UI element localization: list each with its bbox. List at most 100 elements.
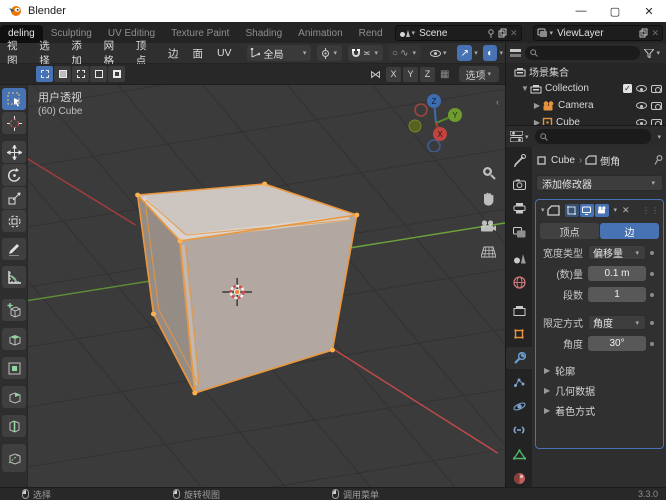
tool-select-box[interactable] (2, 88, 26, 110)
angle-field[interactable]: 30° (588, 336, 646, 351)
mirror-z-button[interactable]: Z (420, 66, 435, 82)
camera-view-button[interactable] (478, 216, 498, 236)
tab-collection[interactable] (506, 299, 532, 321)
section-profile[interactable]: ▶ 轮廓 (536, 360, 663, 380)
tab-material[interactable] (506, 467, 532, 489)
tab-scene[interactable] (506, 247, 532, 269)
workspace-tab-texture-paint[interactable]: Texture Paint (163, 25, 237, 43)
toggle-ortho-grid-button[interactable] (478, 242, 498, 262)
select-mode-invert-button[interactable] (90, 66, 107, 82)
visibility-dropdown[interactable]: ▾ (427, 45, 452, 61)
properties-search-input[interactable] (534, 129, 652, 144)
animate-dot[interactable] (650, 250, 654, 255)
maximize-button[interactable]: ▢ (598, 0, 632, 22)
toggle-edit-mode-display[interactable] (564, 203, 579, 217)
eye-icon[interactable] (636, 85, 647, 92)
tool-loop-cut[interactable] (2, 415, 26, 437)
workspace-tab-shading[interactable]: Shading (237, 25, 290, 43)
outliner-row-scene-collection[interactable]: 场景集合 (506, 63, 666, 80)
add-modifier-dropdown[interactable]: 添加修改器 ▾ (536, 175, 663, 191)
pin-icon[interactable] (487, 28, 495, 38)
copy-scene-icon[interactable] (495, 28, 510, 38)
navigation-gizmo[interactable]: Z Y X (408, 90, 466, 152)
workspace-tab-animation[interactable]: Animation (290, 25, 350, 43)
copy-viewlayer-icon[interactable] (636, 28, 651, 38)
animate-dot[interactable] (650, 341, 654, 346)
toggle-render-display[interactable] (594, 203, 609, 217)
tab-world[interactable] (506, 271, 532, 293)
modifier-extras-chevron-icon[interactable]: ▾ (612, 206, 620, 214)
sidebar-toggle-arrow[interactable]: ‹ (496, 97, 499, 107)
animate-dot[interactable] (650, 320, 654, 325)
tool-scale[interactable] (2, 187, 26, 209)
tool-knife[interactable] (2, 444, 26, 472)
pin-icon[interactable] (654, 155, 663, 165)
menu-uv[interactable]: UV (210, 47, 239, 59)
close-button[interactable]: ✕ (632, 0, 666, 22)
tab-particles[interactable] (506, 371, 532, 393)
tab-modifiers[interactable] (506, 347, 532, 369)
tab-physics[interactable] (506, 395, 532, 417)
outliner-search-input[interactable] (525, 46, 641, 60)
breadcrumb-object[interactable]: Cube (547, 155, 579, 166)
tool-inset-faces[interactable] (2, 357, 26, 379)
tab-constraints[interactable] (506, 419, 532, 441)
disclosure-triangle-icon[interactable]: ▼ (520, 84, 530, 93)
tool-options-dropdown[interactable]: 选项 ▾ (459, 66, 499, 82)
chevron-down-icon[interactable]: ▾ (655, 133, 666, 141)
width-type-dropdown[interactable]: 偏移量 ▾ (588, 245, 646, 260)
filter-icon[interactable] (644, 48, 655, 58)
zoom-view-button[interactable] (478, 162, 498, 182)
select-mode-new-button[interactable] (36, 66, 53, 82)
viewlayer-selector[interactable]: ▾ ViewLayer ✕ (532, 25, 663, 41)
mirror-y-button[interactable]: Y (403, 66, 418, 82)
collection-checkbox[interactable]: ✓ (623, 84, 632, 93)
drag-handle-icon[interactable]: ⋮⋮ (642, 206, 660, 215)
eye-icon[interactable] (636, 102, 647, 109)
disclosure-triangle-icon[interactable]: ▶ (532, 118, 542, 125)
animate-dot[interactable] (650, 271, 654, 276)
tool-transform[interactable] (2, 210, 26, 232)
properties-editor-icon[interactable] (506, 131, 523, 142)
tab-view-layer[interactable] (506, 221, 532, 243)
amount-field[interactable]: 0.1 m (588, 266, 646, 281)
workspace-tab-render[interactable]: Rend (351, 25, 391, 43)
outliner-row-camera[interactable]: ▶ Camera (506, 97, 666, 114)
outliner-row-cube[interactable]: ▶ Cube (506, 114, 666, 125)
remove-viewlayer-icon[interactable]: ✕ (651, 28, 659, 39)
select-mode-intersect-button[interactable] (108, 66, 125, 82)
pan-view-button[interactable] (478, 188, 498, 208)
select-mode-subtract-button[interactable] (72, 66, 89, 82)
tool-measure[interactable] (2, 266, 26, 288)
scene-selector[interactable]: ▾ Scene ✕ (394, 25, 522, 41)
transform-orientation-dropdown[interactable]: 全局 ▾ (246, 45, 312, 61)
outliner-row-collection[interactable]: ▼ Collection ✓ (506, 80, 666, 97)
render-visibility-icon[interactable] (651, 84, 662, 93)
menu-edge[interactable]: 边 (161, 46, 186, 61)
mirror-x-button[interactable]: X (386, 66, 401, 82)
tab-object[interactable] (506, 323, 532, 345)
minimize-button[interactable]: — (564, 0, 598, 22)
unlink-scene-icon[interactable]: ✕ (510, 28, 518, 39)
section-shading[interactable]: ▶ 着色方式 (536, 400, 663, 420)
tool-add-cube[interactable] (2, 299, 26, 321)
pivot-point-dropdown[interactable]: ▾ (317, 45, 342, 61)
tab-tool[interactable] (506, 149, 532, 171)
tool-bevel[interactable] (2, 386, 26, 408)
animate-dot[interactable] (650, 292, 654, 297)
tool-extrude-region[interactable] (2, 328, 26, 350)
outliner-editor-icon[interactable] (510, 48, 521, 58)
tool-annotate[interactable] (2, 238, 26, 260)
expand-chevron-icon[interactable]: ▾ (539, 206, 547, 214)
select-mode-extend-button[interactable] (54, 66, 71, 82)
menu-face[interactable]: 面 (185, 46, 210, 61)
section-geometry[interactable]: ▶ 几何数据 (536, 380, 663, 400)
tool-move[interactable] (2, 141, 26, 163)
render-visibility-icon[interactable] (651, 101, 662, 110)
delete-modifier-icon[interactable]: ✕ (619, 205, 633, 216)
snap-group[interactable]: ≍ ▾ (347, 45, 384, 61)
tool-rotate[interactable] (2, 164, 26, 186)
toggle-realtime-display[interactable] (579, 203, 594, 217)
breadcrumb-modifier[interactable]: 倒角 (600, 153, 620, 168)
tool-cursor[interactable] (2, 112, 26, 134)
